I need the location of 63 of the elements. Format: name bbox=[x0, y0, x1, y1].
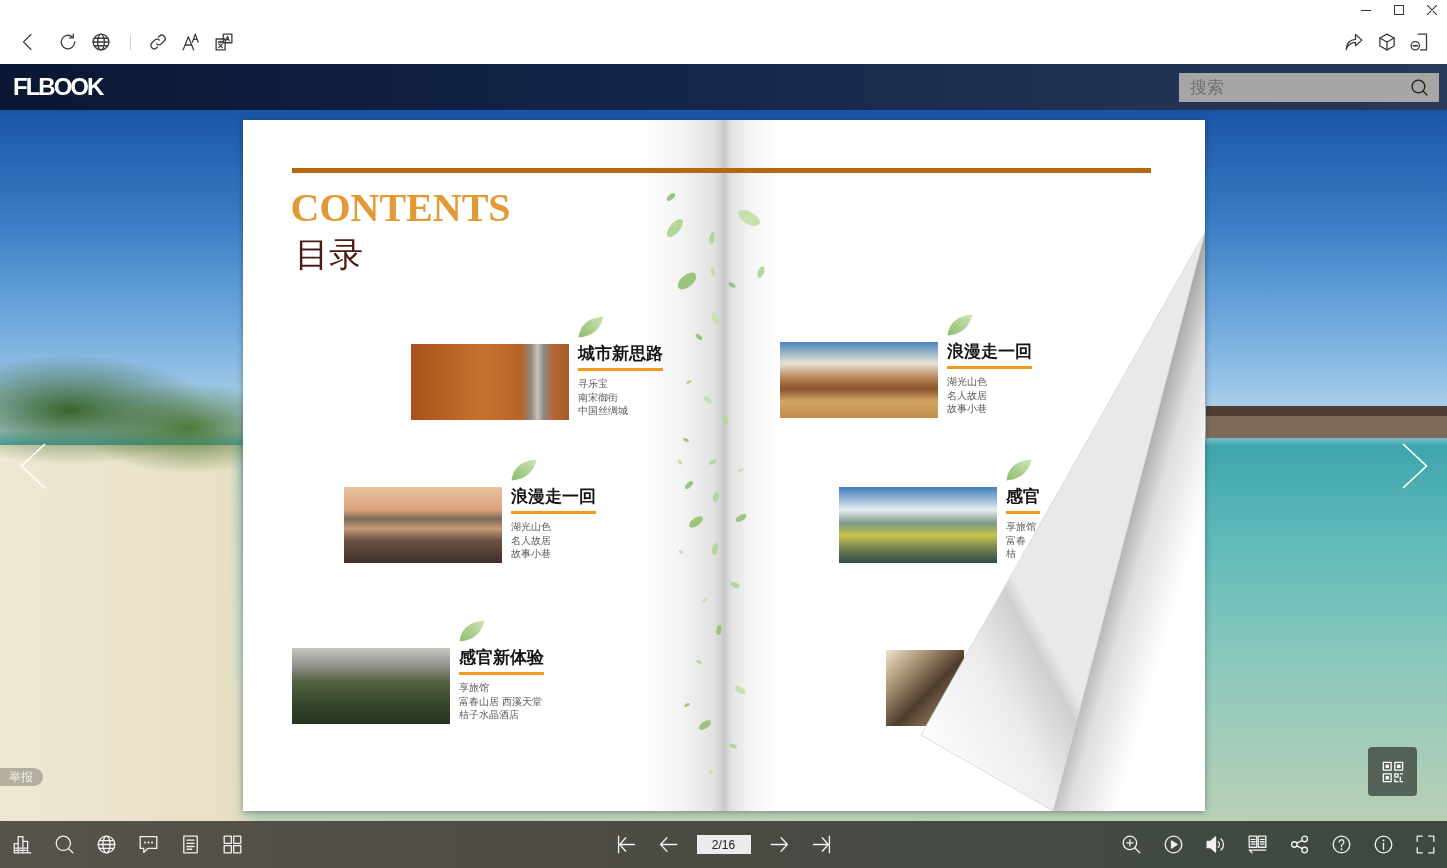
minimize-icon[interactable] bbox=[1361, 9, 1371, 11]
close-icon[interactable] bbox=[1427, 5, 1437, 15]
subsection-text: 寻乐宝 bbox=[577, 377, 608, 391]
leaf-icon bbox=[458, 620, 485, 642]
info-icon[interactable] bbox=[1374, 835, 1393, 854]
subsection-text: 名人故居 bbox=[946, 388, 987, 402]
section-title[interactable]: 浪漫走一回 bbox=[946, 342, 1032, 361]
leaf-icon bbox=[946, 314, 973, 336]
grid-icon[interactable] bbox=[223, 835, 242, 854]
translate-icon[interactable] bbox=[215, 33, 233, 51]
section-title[interactable]: 浪漫走一回 bbox=[510, 487, 596, 506]
logo[interactable]: FLBOOK bbox=[13, 75, 105, 99]
section-title[interactable]: 城市新思路 bbox=[577, 344, 663, 363]
subsection-text: 享旅馆 bbox=[1005, 520, 1036, 534]
subsection-text: 桔子水晶酒店 bbox=[458, 708, 519, 722]
arrow-left-icon[interactable] bbox=[658, 835, 678, 854]
subsection-text: 富春 bbox=[1005, 533, 1026, 547]
subsection-text: 享旅馆 bbox=[458, 681, 489, 695]
maximize-icon[interactable] bbox=[1394, 5, 1404, 15]
arrow-to-start-icon[interactable] bbox=[616, 835, 636, 854]
device-icon[interactable] bbox=[1410, 33, 1428, 51]
subsection-text: 湖光山色 bbox=[510, 520, 551, 534]
link-icon[interactable] bbox=[149, 33, 167, 51]
cube-icon[interactable] bbox=[1378, 33, 1396, 51]
comment-icon[interactable] bbox=[139, 835, 158, 854]
leaf-icon bbox=[577, 316, 604, 338]
qr-code-icon bbox=[1381, 760, 1404, 783]
refresh-icon[interactable] bbox=[59, 33, 77, 51]
subsection-text: 桔 bbox=[1005, 547, 1016, 561]
page-curl[interactable] bbox=[920, 231, 1205, 811]
globe-icon[interactable] bbox=[92, 33, 110, 51]
leaf-icon bbox=[1005, 459, 1032, 481]
subsection-text: 名人故居 bbox=[510, 533, 551, 547]
contents-subheading: 目录 bbox=[294, 235, 363, 273]
arrow-to-end-icon[interactable] bbox=[811, 835, 831, 854]
zoom-in-icon[interactable] bbox=[1122, 835, 1141, 854]
subsection-text: 故事小巷 bbox=[510, 547, 551, 561]
search-icon[interactable] bbox=[55, 835, 74, 854]
section-title[interactable]: 感官新体验 bbox=[458, 648, 544, 667]
share-icon[interactable] bbox=[1290, 835, 1309, 854]
page-number-field[interactable]: 2/16 bbox=[696, 835, 751, 854]
speaker-icon[interactable] bbox=[1206, 835, 1225, 854]
book-icon[interactable] bbox=[1248, 835, 1267, 854]
help-icon[interactable] bbox=[1332, 835, 1351, 854]
leaf-icon bbox=[510, 459, 537, 481]
chevron-left-icon[interactable] bbox=[20, 443, 46, 489]
subsection-text: 中国丝绸城 bbox=[577, 404, 628, 418]
subsection-text: 富春山居 西溪天堂 bbox=[458, 694, 542, 708]
arrow-right-icon[interactable] bbox=[769, 835, 789, 854]
subsection-text: 故事小巷 bbox=[946, 402, 987, 416]
play-icon[interactable] bbox=[1164, 835, 1183, 854]
fullscreen-icon[interactable] bbox=[1416, 835, 1435, 854]
subsection-text: 南宋御街 bbox=[577, 390, 618, 404]
text-size-icon[interactable] bbox=[182, 33, 200, 51]
document-icon[interactable] bbox=[181, 835, 200, 854]
subsection-text: 湖光山色 bbox=[946, 375, 987, 389]
contents-heading: CONTENTS bbox=[290, 186, 511, 230]
qr-code-button[interactable] bbox=[1368, 747, 1417, 796]
chart-icon[interactable] bbox=[13, 835, 32, 854]
search-icon[interactable] bbox=[1411, 78, 1428, 96]
curved-arrow-icon[interactable] bbox=[1345, 33, 1363, 51]
section-title[interactable]: 感官 bbox=[1005, 487, 1040, 506]
chevron-right-icon[interactable] bbox=[1402, 443, 1428, 489]
